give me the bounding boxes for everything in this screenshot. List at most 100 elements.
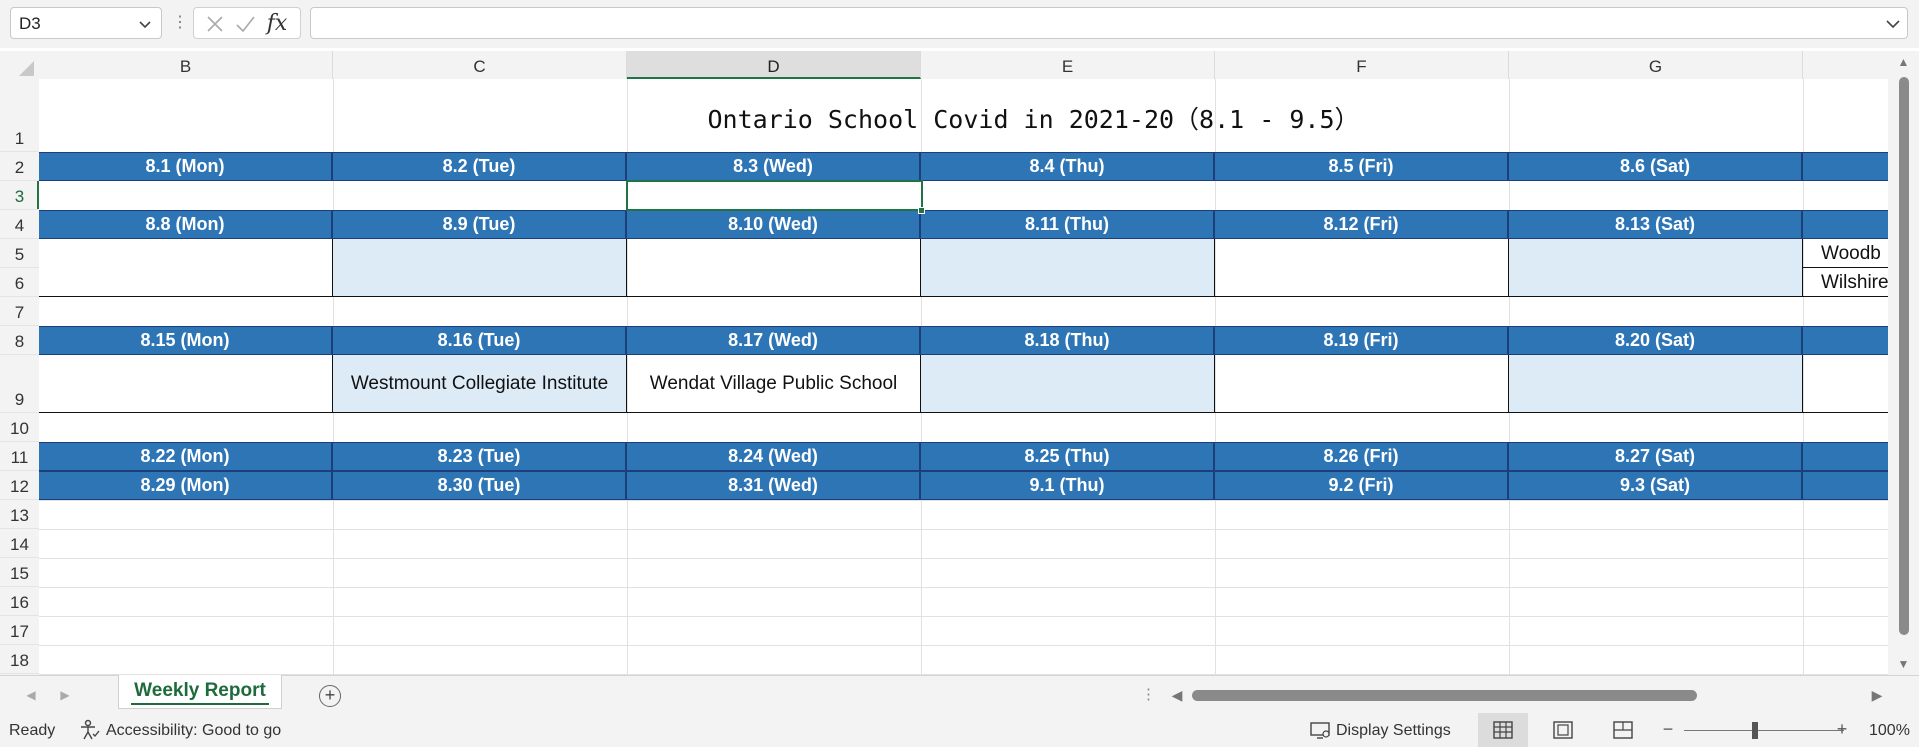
expand-formula-bar-icon[interactable] [1885, 16, 1901, 32]
date-header-cell[interactable]: 8.11 (Thu) [921, 211, 1215, 238]
school-cell[interactable] [1215, 355, 1509, 413]
zoom-level[interactable]: 100% [1869, 722, 1910, 740]
date-header-cell[interactable] [1803, 472, 1888, 499]
school-cell[interactable] [1509, 239, 1803, 297]
school-cell[interactable] [39, 355, 333, 413]
column-header-h[interactable] [1803, 51, 1888, 79]
date-header-cell[interactable]: 8.13 (Sat) [1509, 211, 1803, 238]
add-sheet-icon[interactable]: + [319, 685, 341, 707]
date-header-cell[interactable] [1803, 327, 1888, 354]
selected-cell-d3[interactable] [626, 180, 923, 211]
row-header[interactable]: 2 [0, 152, 39, 181]
school-cell[interactable]: Woodb [1803, 239, 1888, 268]
date-header-cell[interactable]: 8.26 (Fri) [1215, 443, 1509, 470]
sheet-tab-weekly-report[interactable]: Weekly Report [118, 675, 282, 709]
row-header[interactable]: 12 [0, 471, 39, 500]
page-break-view-button[interactable] [1598, 713, 1648, 747]
date-header-cell[interactable]: 8.12 (Fri) [1215, 211, 1509, 238]
display-settings-label[interactable]: Display Settings [1336, 722, 1451, 740]
accessibility-status[interactable]: Accessibility: Good to go [106, 722, 281, 740]
date-header-cell[interactable]: 8.22 (Mon) [39, 443, 333, 470]
vertical-scroll-thumb[interactable] [1899, 77, 1909, 635]
row-header[interactable]: 6 [0, 268, 39, 297]
column-header-c[interactable]: C [333, 51, 627, 79]
column-header-g[interactable]: G [1509, 51, 1803, 79]
previous-sheet-icon[interactable]: ◀ [22, 686, 40, 704]
date-header-cell[interactable]: 8.3 (Wed) [627, 153, 921, 180]
date-header-cell[interactable]: 8.23 (Tue) [333, 443, 627, 470]
school-cell[interactable] [921, 239, 1215, 297]
enter-icon[interactable] [232, 12, 258, 36]
horizontal-scroll-thumb[interactable] [1192, 690, 1697, 701]
row-header[interactable]: 8 [0, 326, 39, 355]
row-header[interactable]: 13 [0, 500, 39, 529]
zoom-slider-thumb[interactable] [1752, 722, 1758, 739]
date-header-cell[interactable]: 8.16 (Tue) [333, 327, 627, 354]
date-header-cell[interactable]: 9.2 (Fri) [1215, 472, 1509, 499]
date-header-cell[interactable]: 8.24 (Wed) [627, 443, 921, 470]
school-cell[interactable] [627, 239, 921, 297]
name-box[interactable]: D3 [10, 7, 162, 39]
column-header-d[interactable]: D [627, 51, 921, 79]
scroll-left-icon[interactable]: ◀ [1168, 685, 1186, 705]
date-header-cell[interactable]: 8.17 (Wed) [627, 327, 921, 354]
date-header-cell[interactable]: 8.25 (Thu) [921, 443, 1215, 470]
column-header-f[interactable]: F [1215, 51, 1509, 79]
tab-split-handle[interactable]: ⋮ [1141, 685, 1156, 705]
row-header[interactable]: 7 [0, 297, 39, 326]
fill-handle[interactable] [918, 207, 925, 214]
school-cell[interactable] [1803, 355, 1888, 413]
scroll-down-icon[interactable]: ▼ [1888, 655, 1919, 673]
date-header-cell[interactable]: 8.15 (Mon) [39, 327, 333, 354]
normal-view-button[interactable] [1478, 713, 1528, 747]
accessibility-icon[interactable] [78, 719, 102, 741]
zoom-slider-track[interactable] [1684, 730, 1844, 731]
date-header-cell[interactable]: 8.8 (Mon) [39, 211, 333, 238]
school-cell[interactable] [333, 239, 627, 297]
school-cell[interactable]: Wendat Village Public School [627, 355, 921, 413]
date-header-cell[interactable]: 8.4 (Thu) [921, 153, 1215, 180]
date-header-cell[interactable]: 8.30 (Tue) [333, 472, 627, 499]
date-header-cell[interactable]: 8.1 (Mon) [39, 153, 333, 180]
column-header-e[interactable]: E [921, 51, 1215, 79]
date-header-cell[interactable]: 8.31 (Wed) [627, 472, 921, 499]
row-header[interactable]: 11 [0, 442, 39, 471]
row-header[interactable]: 14 [0, 529, 39, 558]
row-header[interactable]: 4 [0, 210, 39, 239]
date-header-cell[interactable] [1803, 153, 1888, 180]
zoom-in-icon[interactable]: + [1834, 719, 1850, 739]
page-layout-view-button[interactable] [1538, 713, 1588, 747]
date-header-cell[interactable]: 8.9 (Tue) [333, 211, 627, 238]
more-options-icon[interactable]: ⋮ [172, 12, 188, 34]
date-header-cell[interactable]: 8.20 (Sat) [1509, 327, 1803, 354]
cancel-icon[interactable] [202, 12, 228, 36]
date-header-cell[interactable] [1803, 443, 1888, 470]
date-header-cell[interactable]: 9.3 (Sat) [1509, 472, 1803, 499]
date-header-cell[interactable] [1803, 211, 1888, 238]
scroll-up-icon[interactable]: ▲ [1888, 53, 1919, 71]
sheet-title-cell[interactable]: Ontario School Covid in 2021-20（8.1 - 9.… [39, 79, 1888, 152]
date-header-cell[interactable]: 9.1 (Thu) [921, 472, 1215, 499]
school-cell[interactable] [39, 239, 333, 297]
column-header-b[interactable]: B [39, 51, 333, 79]
chevron-down-icon[interactable] [137, 16, 153, 32]
row-header[interactable]: 17 [0, 616, 39, 645]
row-header[interactable]: 18 [0, 645, 39, 674]
row-header[interactable]: 10 [0, 413, 39, 442]
row-header[interactable]: 15 [0, 558, 39, 587]
row-header[interactable]: 16 [0, 587, 39, 616]
date-header-cell[interactable]: 8.6 (Sat) [1509, 153, 1803, 180]
date-header-cell[interactable]: 8.2 (Tue) [333, 153, 627, 180]
school-cell[interactable]: Wilshire [1803, 268, 1888, 297]
select-all-button[interactable] [0, 51, 39, 79]
date-header-cell[interactable]: 8.18 (Thu) [921, 327, 1215, 354]
school-cell[interactable] [1509, 355, 1803, 413]
scroll-right-icon[interactable]: ▶ [1868, 685, 1886, 705]
row-header[interactable]: 9 [0, 355, 39, 413]
next-sheet-icon[interactable]: ▶ [56, 686, 74, 704]
school-cell[interactable] [921, 355, 1215, 413]
date-header-cell[interactable]: 8.10 (Wed) [627, 211, 921, 238]
date-header-cell[interactable]: 8.29 (Mon) [39, 472, 333, 499]
row-header[interactable]: 3 [0, 181, 39, 210]
worksheet-grid[interactable]: Ontario School Covid in 2021-20（8.1 - 9.… [39, 79, 1888, 675]
